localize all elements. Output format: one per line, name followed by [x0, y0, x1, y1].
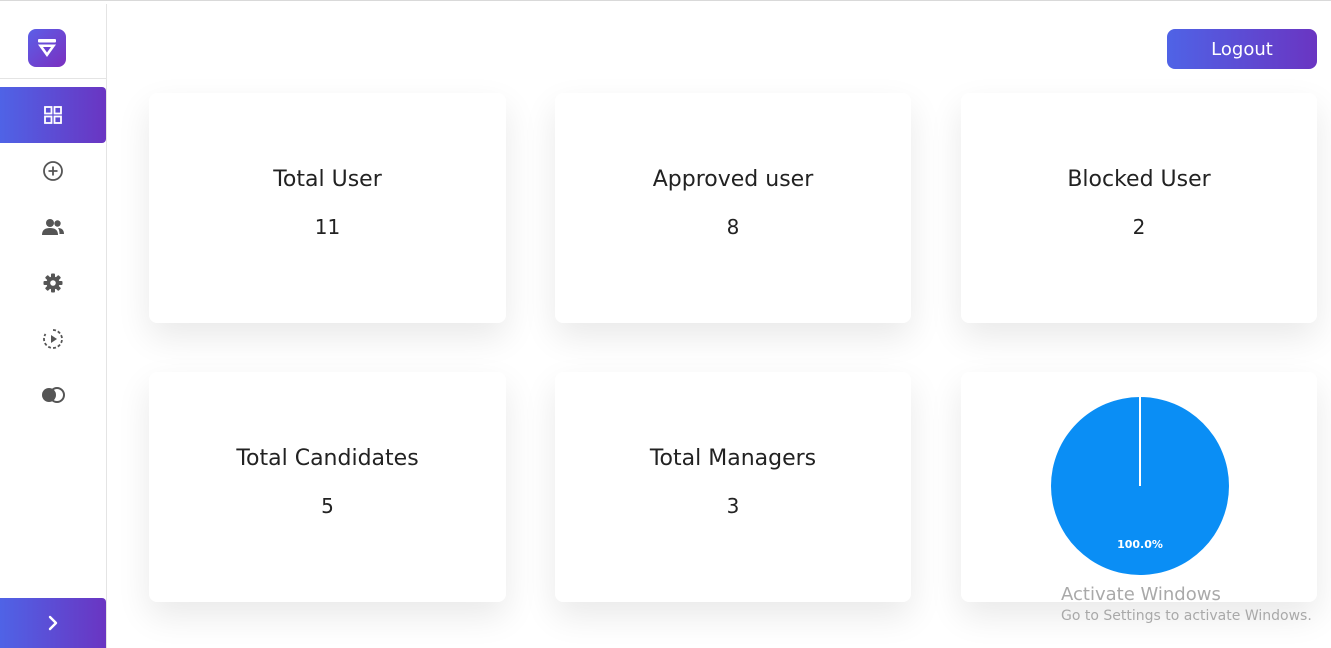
card-title: Total User	[273, 167, 382, 192]
stat-card-total-candidates: Total Candidates 5	[149, 372, 506, 602]
watermark-title: Activate Windows	[1061, 584, 1221, 605]
chevron-right-icon	[48, 615, 58, 631]
pie-slice-label: 100.0%	[1117, 538, 1163, 551]
card-title: Blocked User	[1067, 167, 1211, 192]
stat-card-total-user: Total User 11	[149, 93, 506, 323]
top-border	[0, 0, 1331, 4]
card-title: Total Managers	[649, 446, 817, 471]
watermark-subtitle: Go to Settings to activate Windows.	[1061, 608, 1312, 624]
card-value: 8	[726, 215, 740, 239]
card-value: 11	[314, 215, 341, 239]
sidebar-item-users[interactable]	[0, 199, 106, 255]
card-value: 2	[1132, 215, 1146, 239]
stat-card-blocked-user: Blocked User 2	[961, 93, 1317, 323]
sidebar	[0, 4, 107, 648]
stat-card-total-managers: Total Managers 3	[555, 372, 911, 602]
shield-logo-icon[interactable]	[28, 29, 66, 67]
pie-chart-card: 100.0%	[961, 372, 1317, 602]
card-title: Approved user	[652, 167, 814, 192]
gear-icon	[43, 273, 63, 293]
users-icon	[42, 219, 64, 235]
pie-chart[interactable]: 100.0%	[1049, 395, 1231, 577]
sidebar-item-compare[interactable]	[0, 367, 106, 423]
sidebar-item-add[interactable]	[0, 143, 106, 199]
add-circle-icon	[43, 161, 63, 181]
dashboard-grid-icon	[44, 106, 62, 124]
sidebar-item-media[interactable]	[0, 311, 106, 367]
sidebar-item-settings[interactable]	[0, 255, 106, 311]
logo-area	[0, 4, 106, 79]
card-title: Total Candidates	[236, 446, 419, 471]
stat-card-approved-user: Approved user 8	[555, 93, 911, 323]
windows-activation-watermark: Activate Windows Go to Settings to activ…	[1061, 584, 1312, 626]
play-cycle-icon	[43, 329, 63, 349]
card-value: 5	[321, 494, 334, 518]
card-value: 3	[726, 494, 740, 518]
logout-button[interactable]: Logout	[1167, 29, 1317, 69]
toggle-circles-icon	[42, 387, 65, 403]
sidebar-expand-button[interactable]	[0, 598, 106, 648]
sidebar-item-dashboard[interactable]	[0, 87, 106, 143]
